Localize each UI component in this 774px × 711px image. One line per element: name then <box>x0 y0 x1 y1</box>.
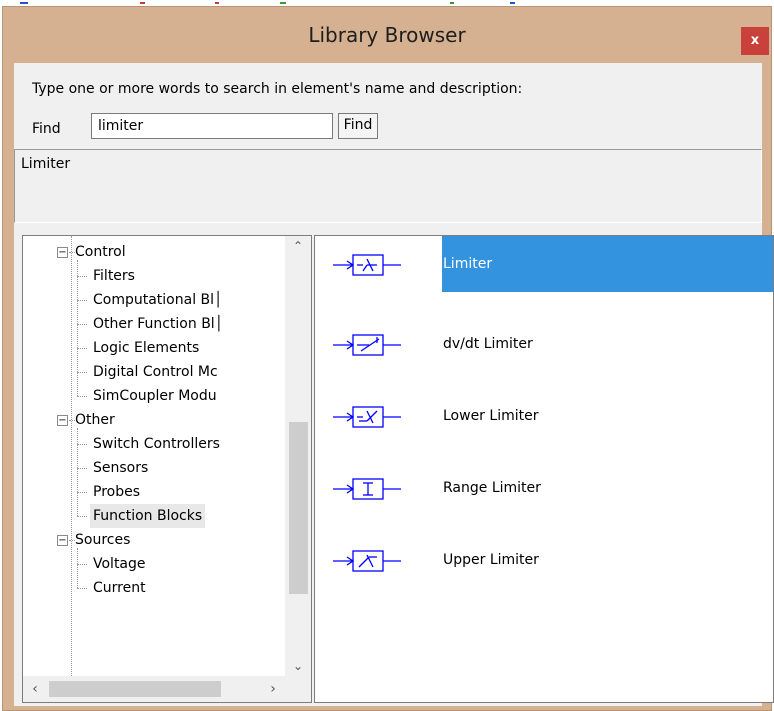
tree-group[interactable]: Other <box>75 408 115 432</box>
title-bar[interactable]: Library Browser x <box>3 7 771 63</box>
tree-item[interactable]: Digital Control Mc <box>93 360 218 384</box>
tree-item[interactable]: Sensors <box>93 456 148 480</box>
list-item-label: Range Limiter <box>443 480 541 496</box>
tree-connector <box>77 492 87 493</box>
tree-item[interactable]: Current <box>93 576 146 600</box>
dvdt-limiter-icon <box>333 334 401 356</box>
tree-content: − Control Filters Computational Bl│ Other Fu… <box>23 236 285 676</box>
window-title: Library Browser <box>308 23 466 47</box>
tree-group[interactable]: Control <box>75 240 126 264</box>
tree-connector <box>77 468 87 469</box>
chevron-down-icon[interactable]: ⌄ <box>285 656 311 676</box>
tree-connector <box>77 324 87 325</box>
chevron-left-icon[interactable]: ‹ <box>23 676 47 702</box>
find-label: Find <box>32 121 61 137</box>
close-button[interactable]: x <box>741 27 769 55</box>
list-item-label: dv/dt Limiter <box>443 336 533 352</box>
chevron-right-icon[interactable]: › <box>261 676 285 702</box>
list-item-label: Limiter <box>442 236 773 292</box>
list-item[interactable]: Limiter <box>315 236 773 292</box>
tree-item[interactable]: Computational Bl│ <box>93 288 222 312</box>
vertical-scrollbar[interactable]: ⌃ ⌄ <box>285 236 311 676</box>
find-button[interactable]: Find <box>338 113 378 139</box>
search-input[interactable] <box>91 113 333 139</box>
tree-connector <box>77 348 87 349</box>
element-list[interactable]: Limiter dv/dt Limiter Lower Limiter Range L… <box>314 235 774 703</box>
tree-branch-line <box>77 260 78 396</box>
search-area: Type one or more words to search in elem… <box>14 63 762 149</box>
description-text: Limiter <box>21 156 71 172</box>
vertical-scroll-thumb[interactable] <box>289 422 308 594</box>
range-limiter-icon <box>333 478 401 500</box>
list-item[interactable]: dv/dt Limiter <box>315 316 773 372</box>
collapse-icon[interactable]: − <box>57 535 68 546</box>
horizontal-scrollbar[interactable]: ‹ › <box>23 676 285 702</box>
search-prompt: Type one or more words to search in elem… <box>32 81 523 97</box>
list-item[interactable]: Upper Limiter <box>315 532 773 588</box>
library-browser-window: Library Browser x Type one or more words… <box>2 6 774 711</box>
client-area: Type one or more words to search in elem… <box>14 63 774 706</box>
scroll-corner <box>285 676 311 702</box>
tree-item[interactable]: Switch Controllers <box>93 432 220 456</box>
tree-connector <box>77 444 87 445</box>
collapse-icon[interactable]: − <box>57 415 68 426</box>
tree-item[interactable]: SimCoupler Modu <box>93 384 217 408</box>
tree-item[interactable]: Function Blocks <box>90 504 206 528</box>
chevron-up-icon[interactable]: ⌃ <box>285 236 311 256</box>
tree-item[interactable]: Filters <box>93 264 135 288</box>
list-item[interactable]: Range Limiter <box>315 460 773 516</box>
tree-connector <box>77 516 87 517</box>
collapse-icon[interactable]: − <box>57 247 68 258</box>
library-tree[interactable]: − Control Filters Computational Bl│ Other Fu… <box>22 235 312 703</box>
tree-connector <box>77 564 87 565</box>
tree-item[interactable]: Probes <box>93 480 140 504</box>
lower-limiter-icon <box>333 406 401 428</box>
tree-item[interactable]: Voltage <box>93 552 146 576</box>
tree-item[interactable]: Other Function Bl│ <box>93 312 223 336</box>
tree-group[interactable]: Sources <box>75 528 130 552</box>
tree-connector <box>77 588 87 589</box>
upper-limiter-icon <box>333 550 401 572</box>
list-item-label: Upper Limiter <box>443 552 539 568</box>
tree-connector <box>77 300 87 301</box>
tree-branch-line <box>77 428 78 516</box>
description-box: Limiter <box>14 149 762 223</box>
list-item[interactable]: Lower Limiter <box>315 388 773 444</box>
list-item-label: Lower Limiter <box>443 408 539 424</box>
horizontal-scroll-thumb[interactable] <box>49 681 221 697</box>
tree-trunk <box>71 236 72 676</box>
tree-connector <box>77 396 87 397</box>
tree-connector <box>77 276 87 277</box>
tree-item[interactable]: Logic Elements <box>93 336 199 360</box>
limiter-icon <box>333 254 401 276</box>
tree-branch-line <box>77 548 78 588</box>
tree-connector <box>77 372 87 373</box>
